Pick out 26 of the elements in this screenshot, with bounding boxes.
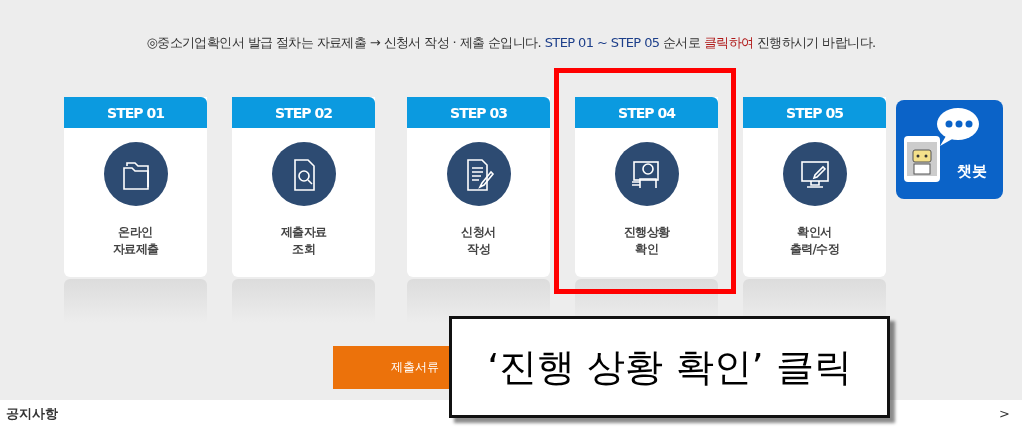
step-header: STEP 02	[232, 97, 375, 128]
callout-text: ‘진행 상황 확인’ 클릭	[449, 316, 890, 418]
step-header: STEP 03	[407, 97, 550, 128]
step-header: STEP 04	[575, 97, 718, 128]
chatbot-button[interactable]: 챗봇	[896, 100, 1003, 199]
step-header: STEP 01	[64, 97, 207, 128]
step-header: STEP 05	[743, 97, 886, 128]
monitor-pencil-icon	[782, 142, 847, 206]
step-label: 확인서 출력/수정	[789, 224, 840, 258]
step-label: 진행상황 확인	[623, 224, 670, 258]
step-label: 신청서 작성	[461, 224, 496, 258]
step-card[interactable]: STEP 02 제출자료 조회	[232, 97, 375, 277]
instruction-text: ◎중소기업확인서 발급 절차는 자료제출 → 신청서 작성 · 제출 순입니다. STEP 01 ~ STEP 05 순서로 클릭하여 진행하시기 바랍니다.	[145, 34, 877, 52]
chatbot-label: 챗봇	[957, 162, 987, 181]
step-card[interactable]: STEP 05 확인서 출력/수정	[743, 97, 886, 277]
step-card[interactable]: STEP 01 온라인 자료제출	[64, 97, 207, 277]
document-pencil-icon	[446, 142, 511, 206]
step-label: 제출자료 조회	[280, 224, 327, 258]
document-search-icon	[271, 142, 336, 206]
notice-title: 공지사항	[6, 404, 58, 423]
step-label: 온라인 자료제출	[112, 224, 159, 258]
step-card[interactable]: STEP 03 신청서 작성	[407, 97, 550, 277]
more-arrow[interactable]: >	[999, 406, 1010, 421]
step-card[interactable]: STEP 04 진행상황 확인	[575, 97, 718, 277]
monitor-person-icon	[614, 142, 679, 206]
folder-icon	[103, 142, 168, 206]
